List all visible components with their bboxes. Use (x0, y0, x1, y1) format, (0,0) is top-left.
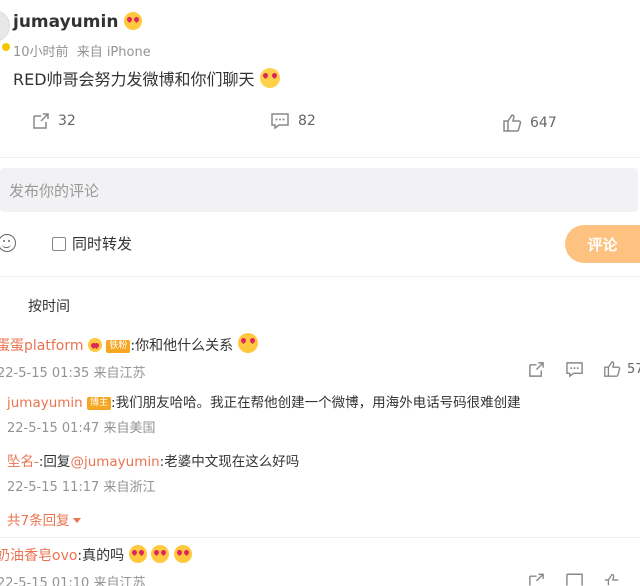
post-username[interactable]: jumayumin (13, 12, 118, 32)
thumbs-up-icon (502, 113, 522, 133)
more-replies-link[interactable]: 共7条回复 (7, 509, 81, 529)
thumbs-up-icon (603, 572, 621, 586)
reply-item: 坠名-:回复@jumayumin:老婆中文现在这么好吗 (7, 450, 299, 470)
reply-meta: 22-5-15 11:17 来自浙江 (7, 480, 156, 495)
comment-input-placeholder: 发布你的评论 (9, 182, 100, 200)
comment-icon (270, 112, 290, 130)
comment-icon (565, 361, 584, 378)
comment-icon (565, 572, 584, 586)
comment-like-button[interactable]: 57 (603, 360, 640, 378)
caret-down-icon (72, 518, 81, 523)
comment-username[interactable]: 蛋蛋platform (0, 338, 84, 354)
comment-text: :真的吗 (77, 548, 125, 564)
repost-icon (32, 112, 50, 130)
heart-eyes-emoji-icon (87, 338, 102, 352)
repost-checkbox[interactable]: 同时转发 (52, 233, 132, 254)
comment-input[interactable]: 发布你的评论 (0, 168, 638, 212)
sort-by-time[interactable]: 按时间 (28, 296, 70, 316)
comment-meta: 22-5-15 01:10 来自江苏 (0, 576, 146, 586)
reply-text: :老婆中文现在这么好吗 (159, 454, 300, 470)
submit-comment-button[interactable]: 评论 (565, 225, 640, 263)
post-time[interactable]: 10小时前 (13, 45, 69, 60)
party-emoji-icon (259, 68, 280, 88)
repost-button[interactable]: 32 (32, 112, 76, 130)
reply-username[interactable]: 坠名- (7, 454, 39, 470)
comment-text: :你和他什么关系 (130, 338, 234, 354)
comment-username[interactable]: 奶油香皂ovo (0, 548, 77, 564)
sort-label: 按时间 (28, 299, 70, 315)
divider (0, 276, 640, 277)
comment-repost-button[interactable] (528, 572, 545, 586)
author-badge: 博主 (87, 397, 112, 410)
comment-reply-button[interactable] (565, 361, 584, 378)
heart-eyes-emoji-icon (151, 545, 170, 563)
emoji-picker-icon[interactable] (0, 234, 16, 252)
shy-emoji-icon (237, 333, 258, 353)
comment-like-count: 57 (627, 361, 640, 377)
comment-count: 82 (298, 113, 316, 129)
post-source: 来自 iPhone (76, 45, 151, 60)
more-replies-label: 共7条回复 (7, 513, 70, 529)
comment-repost-button[interactable] (528, 361, 545, 378)
comment-button[interactable]: 82 (270, 112, 316, 130)
checkbox-box[interactable] (52, 236, 66, 251)
reply-text: :我们朋友哈哈。我正在帮他创建一个微博，用海外电话号码很难创建 (111, 395, 521, 411)
comment-reply-button[interactable] (565, 572, 584, 586)
comment-meta: 22-5-15 01:35 来自江苏 (0, 366, 146, 381)
thumbs-up-icon (603, 360, 621, 378)
like-count: 647 (530, 115, 557, 131)
mention-link[interactable]: @jumayumin (70, 454, 159, 470)
heart-eyes-emoji-icon (128, 545, 147, 563)
vip-dot (2, 43, 10, 51)
fan-badge: 铁粉 (106, 340, 131, 353)
avatar[interactable] (0, 10, 10, 42)
heart-eyes-emoji-icon (124, 12, 143, 30)
repost-icon (528, 361, 545, 378)
divider (0, 537, 640, 538)
like-button[interactable]: 647 (502, 113, 557, 133)
comment-item: 奶油香皂ovo:真的吗 (0, 545, 192, 565)
reply-item: jumayumin 博主:我们朋友哈哈。我正在帮他创建一个微博，用海外电话号码很… (7, 391, 521, 411)
divider (0, 157, 640, 158)
heart-eyes-emoji-icon (173, 545, 192, 563)
repost-count: 32 (58, 113, 76, 129)
repost-icon (528, 572, 545, 586)
reply-meta: 22-5-15 01:47 来自美国 (7, 421, 156, 436)
repost-checkbox-label: 同时转发 (72, 235, 133, 253)
submit-comment-label: 评论 (587, 235, 618, 254)
comment-item: 蛋蛋platform 铁粉:你和他什么关系 (0, 333, 258, 355)
post-text: RED帅哥会努力发微博和你们聊天 (13, 70, 255, 89)
reply-username[interactable]: jumayumin (7, 395, 83, 411)
reply-prefix: :回复 (38, 454, 71, 470)
comment-like-button[interactable] (603, 572, 621, 586)
